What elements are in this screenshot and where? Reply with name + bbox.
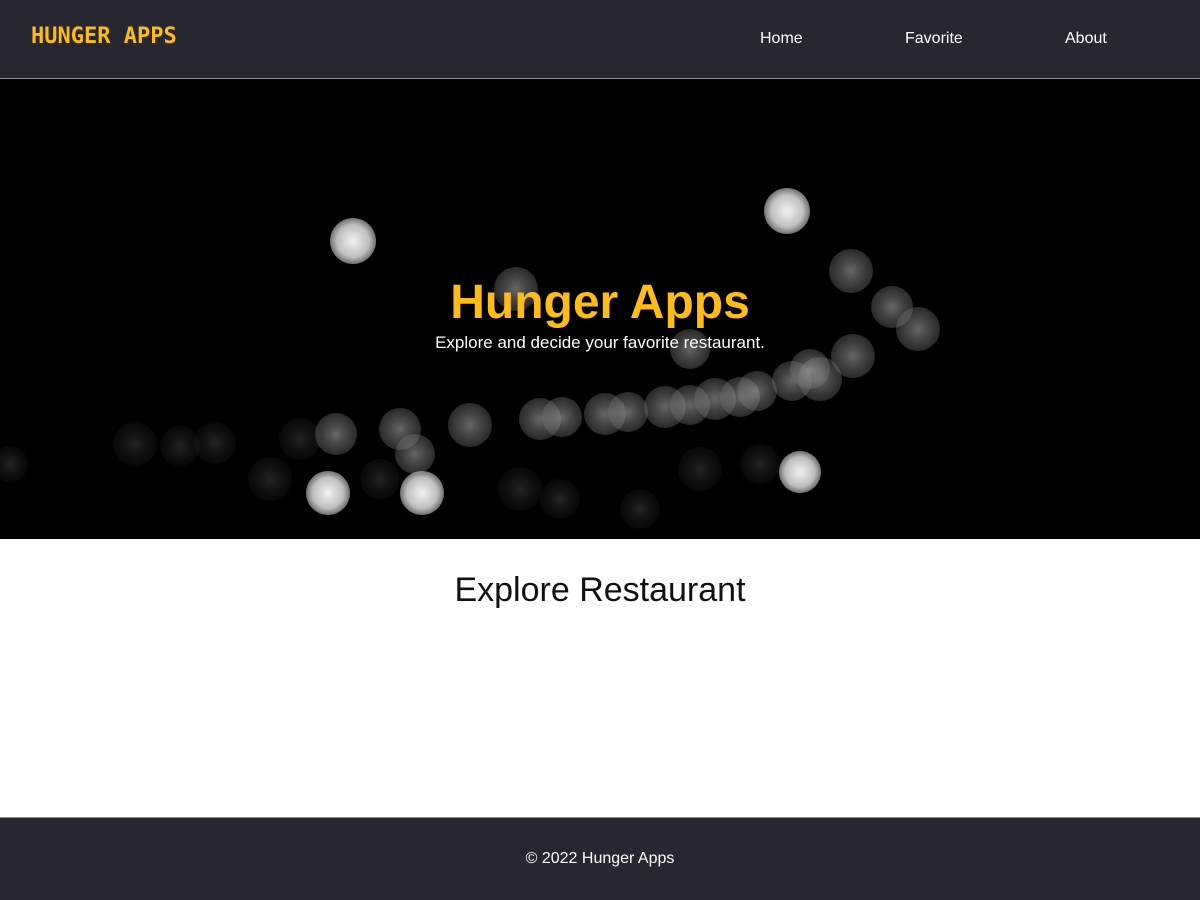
app-bar: HUNGER APPS Home Favorite About (0, 0, 1200, 79)
hero-subtitle: Explore and decide your favorite restaur… (435, 333, 765, 352)
brand-logo[interactable]: HUNGER APPS (31, 24, 177, 49)
footer: © 2022 Hunger Apps (0, 817, 1200, 900)
nav-favorite-link[interactable]: Favorite (905, 30, 963, 48)
hero-title: Hunger Apps (450, 276, 750, 329)
explore-restaurant-heading: Explore Restaurant (454, 571, 746, 609)
nav-home-link[interactable]: Home (760, 30, 803, 48)
footer-copyright: © 2022 Hunger Apps (525, 850, 675, 867)
hero-banner: Hunger Apps Explore and decide your favo… (0, 79, 1200, 539)
nav-about-link[interactable]: About (1065, 30, 1107, 48)
hero-text: Hunger Apps Explore and decide your favo… (0, 275, 1200, 353)
